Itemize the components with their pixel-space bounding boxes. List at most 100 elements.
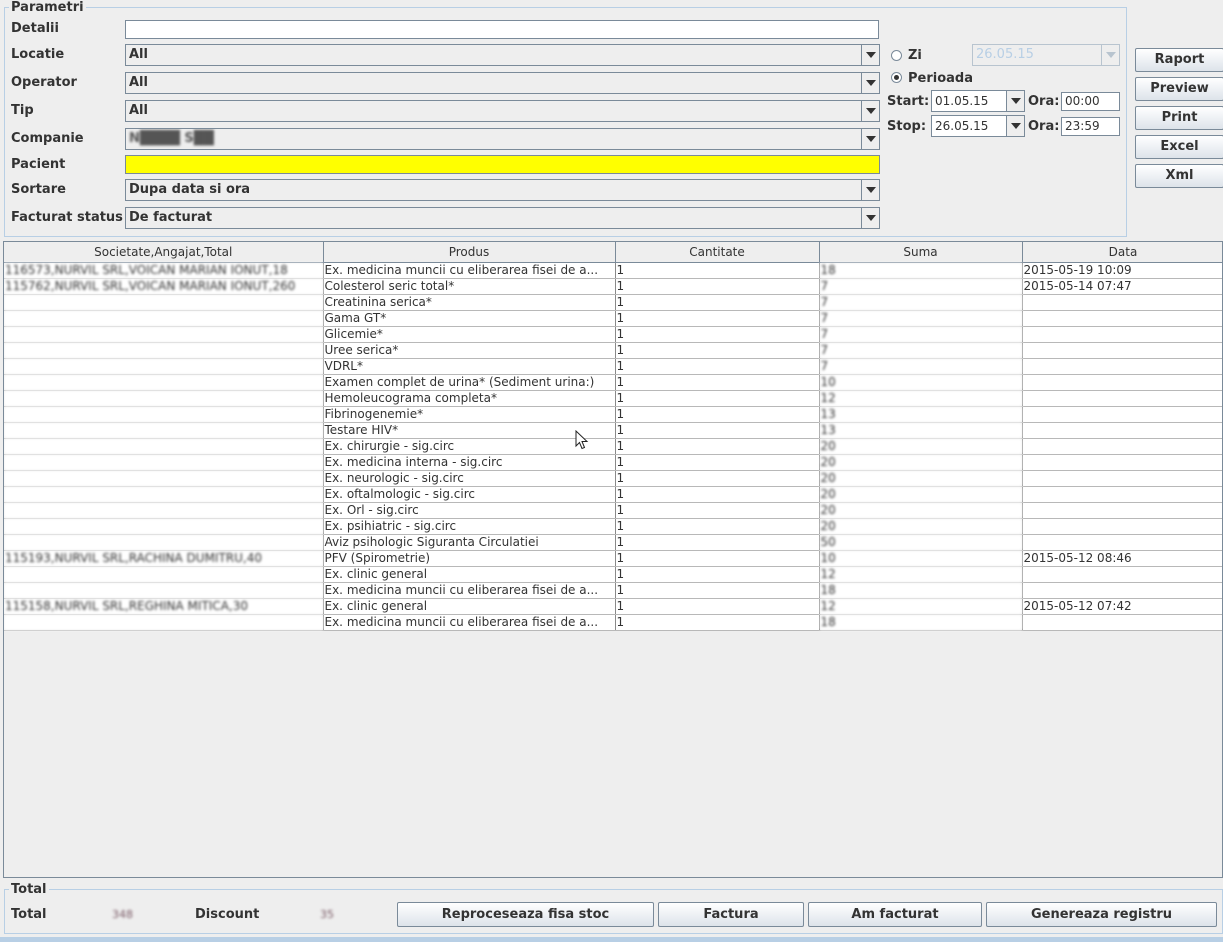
row-produs-cell[interactable]: Hemoleucograma completa* — [323, 390, 616, 407]
row-suma-cell[interactable]: 18 — [819, 614, 1023, 631]
row-produs-cell[interactable]: Testare HIV* — [323, 422, 616, 439]
operator-select[interactable]: All — [125, 72, 880, 94]
row-produs-cell[interactable]: Ex. medicina muncii cu eliberarea fisei … — [323, 582, 616, 599]
chevron-down-icon[interactable] — [1006, 91, 1024, 111]
table-row[interactable]: Examen complet de urina* (Sediment urina… — [4, 374, 1222, 391]
row-data-cell[interactable] — [1022, 358, 1222, 375]
row-data-cell[interactable] — [1022, 326, 1222, 343]
row-suma-cell[interactable]: 13 — [819, 422, 1023, 439]
chevron-down-icon[interactable] — [861, 73, 879, 93]
row-cantitate-cell[interactable]: 1 — [615, 486, 820, 503]
row-cantitate-cell[interactable]: 1 — [615, 262, 820, 279]
column-header[interactable]: Suma — [819, 242, 1023, 263]
row-suma-cell[interactable]: 7 — [819, 326, 1023, 343]
row-suma-cell[interactable]: 20 — [819, 502, 1023, 519]
table-row[interactable]: 116573,NURVIL SRL,VOICAN MARIAN IONUT,18… — [4, 262, 1222, 279]
row-cantitate-cell[interactable]: 1 — [615, 582, 820, 599]
row-data-cell[interactable] — [1022, 470, 1222, 487]
chevron-down-icon[interactable] — [1006, 116, 1024, 136]
row-societate-cell[interactable] — [4, 326, 324, 343]
chevron-down-icon[interactable] — [861, 101, 879, 121]
row-produs-cell[interactable]: Ex. medicina muncii cu eliberarea fisei … — [323, 614, 616, 631]
row-cantitate-cell[interactable]: 1 — [615, 598, 820, 615]
start-ora-input[interactable]: 00:00 — [1061, 92, 1120, 111]
table-row[interactable]: Ex. chirurgie - sig.circ 1 20 — [4, 438, 1222, 455]
row-produs-cell[interactable]: Ex. medicina muncii cu eliberarea fisei … — [323, 262, 616, 279]
row-cantitate-cell[interactable]: 1 — [615, 358, 820, 375]
row-societate-cell[interactable] — [4, 614, 324, 631]
locatie-select[interactable]: All — [125, 44, 880, 66]
row-cantitate-cell[interactable]: 1 — [615, 502, 820, 519]
table-row[interactable]: 115193,NURVIL SRL,RACHINA DUMITRU,40 PFV … — [4, 550, 1222, 567]
row-produs-cell[interactable]: VDRL* — [323, 358, 616, 375]
zi-radio[interactable] — [891, 50, 902, 61]
table-row[interactable]: Aviz psihologic Siguranta Circulatiei 1 50 — [4, 534, 1222, 551]
row-cantitate-cell[interactable]: 1 — [615, 454, 820, 471]
row-suma-cell[interactable]: 13 — [819, 406, 1023, 423]
row-cantitate-cell[interactable]: 1 — [615, 374, 820, 391]
row-societate-cell[interactable]: 115762,NURVIL SRL,VOICAN MARIAN IONUT,26… — [4, 278, 324, 295]
row-produs-cell[interactable]: Ex. oftalmologic - sig.circ — [323, 486, 616, 503]
row-cantitate-cell[interactable]: 1 — [615, 390, 820, 407]
preview-button[interactable]: Preview — [1135, 77, 1223, 101]
row-societate-cell[interactable] — [4, 358, 324, 375]
row-suma-cell[interactable]: 20 — [819, 454, 1023, 471]
table-row[interactable]: 115158,NURVIL SRL,REGHINA MITICA,30 Ex. c… — [4, 598, 1222, 615]
detalii-input[interactable] — [125, 20, 879, 39]
row-data-cell[interactable] — [1022, 406, 1222, 423]
facturat-status-select[interactable]: De facturat — [125, 207, 880, 229]
table-row[interactable]: Ex. clinic general 1 12 — [4, 566, 1222, 583]
am-facturat-button[interactable]: Am facturat — [808, 902, 982, 927]
row-suma-cell[interactable]: 50 — [819, 534, 1023, 551]
row-societate-cell[interactable] — [4, 454, 324, 471]
row-societate-cell[interactable]: 116573,NURVIL SRL,VOICAN MARIAN IONUT,18 — [4, 262, 324, 279]
row-suma-cell[interactable]: 7 — [819, 310, 1023, 327]
row-data-cell[interactable] — [1022, 294, 1222, 311]
row-suma-cell[interactable]: 12 — [819, 598, 1023, 615]
factura-button[interactable]: Factura — [658, 902, 804, 927]
row-suma-cell[interactable]: 20 — [819, 486, 1023, 503]
row-suma-cell[interactable]: 7 — [819, 294, 1023, 311]
excel-button[interactable]: Excel — [1135, 135, 1223, 159]
row-produs-cell[interactable]: PFV (Spirometrie) — [323, 550, 616, 567]
row-data-cell[interactable] — [1022, 454, 1222, 471]
row-societate-cell[interactable]: 115158,NURVIL SRL,REGHINA MITICA,30 — [4, 598, 324, 615]
chevron-down-icon[interactable] — [1101, 45, 1119, 65]
row-data-cell[interactable] — [1022, 374, 1222, 391]
row-cantitate-cell[interactable]: 1 — [615, 422, 820, 439]
row-suma-cell[interactable]: 20 — [819, 470, 1023, 487]
table-row[interactable]: Ex. neurologic - sig.circ 1 20 — [4, 470, 1222, 487]
sortare-select[interactable]: Dupa data si ora — [125, 179, 880, 201]
row-produs-cell[interactable]: Ex. Orl - sig.circ — [323, 502, 616, 519]
row-suma-cell[interactable]: 7 — [819, 278, 1023, 295]
row-data-cell[interactable] — [1022, 614, 1222, 631]
row-data-cell[interactable] — [1022, 534, 1222, 551]
row-data-cell[interactable] — [1022, 582, 1222, 599]
row-data-cell[interactable] — [1022, 422, 1222, 439]
row-suma-cell[interactable]: 12 — [819, 390, 1023, 407]
row-suma-cell[interactable]: 18 — [819, 262, 1023, 279]
row-cantitate-cell[interactable]: 1 — [615, 550, 820, 567]
row-cantitate-cell[interactable]: 1 — [615, 406, 820, 423]
companie-select[interactable]: N████ S██ — [125, 128, 880, 150]
row-produs-cell[interactable]: Ex. chirurgie - sig.circ — [323, 438, 616, 455]
table-row[interactable]: Creatinina serica* 1 7 — [4, 294, 1222, 311]
row-cantitate-cell[interactable]: 1 — [615, 294, 820, 311]
row-suma-cell[interactable]: 10 — [819, 374, 1023, 391]
row-data-cell[interactable] — [1022, 438, 1222, 455]
row-produs-cell[interactable]: Glicemie* — [323, 326, 616, 343]
row-produs-cell[interactable]: Examen complet de urina* (Sediment urina… — [323, 374, 616, 391]
table-row[interactable]: Gama GT* 1 7 — [4, 310, 1222, 327]
row-cantitate-cell[interactable]: 1 — [615, 342, 820, 359]
pacient-input[interactable] — [125, 155, 880, 174]
chevron-down-icon[interactable] — [861, 129, 879, 149]
row-societate-cell[interactable]: 115193,NURVIL SRL,RACHINA DUMITRU,40 — [4, 550, 324, 567]
raport-button[interactable]: Raport — [1135, 48, 1223, 72]
row-societate-cell[interactable] — [4, 438, 324, 455]
row-suma-cell[interactable]: 10 — [819, 550, 1023, 567]
row-produs-cell[interactable]: Colesterol seric total* — [323, 278, 616, 295]
row-produs-cell[interactable]: Ex. clinic general — [323, 566, 616, 583]
row-suma-cell[interactable]: 12 — [819, 566, 1023, 583]
genereaza-registru-button[interactable]: Genereaza registru — [986, 902, 1217, 927]
xml-button[interactable]: Xml — [1135, 164, 1223, 188]
